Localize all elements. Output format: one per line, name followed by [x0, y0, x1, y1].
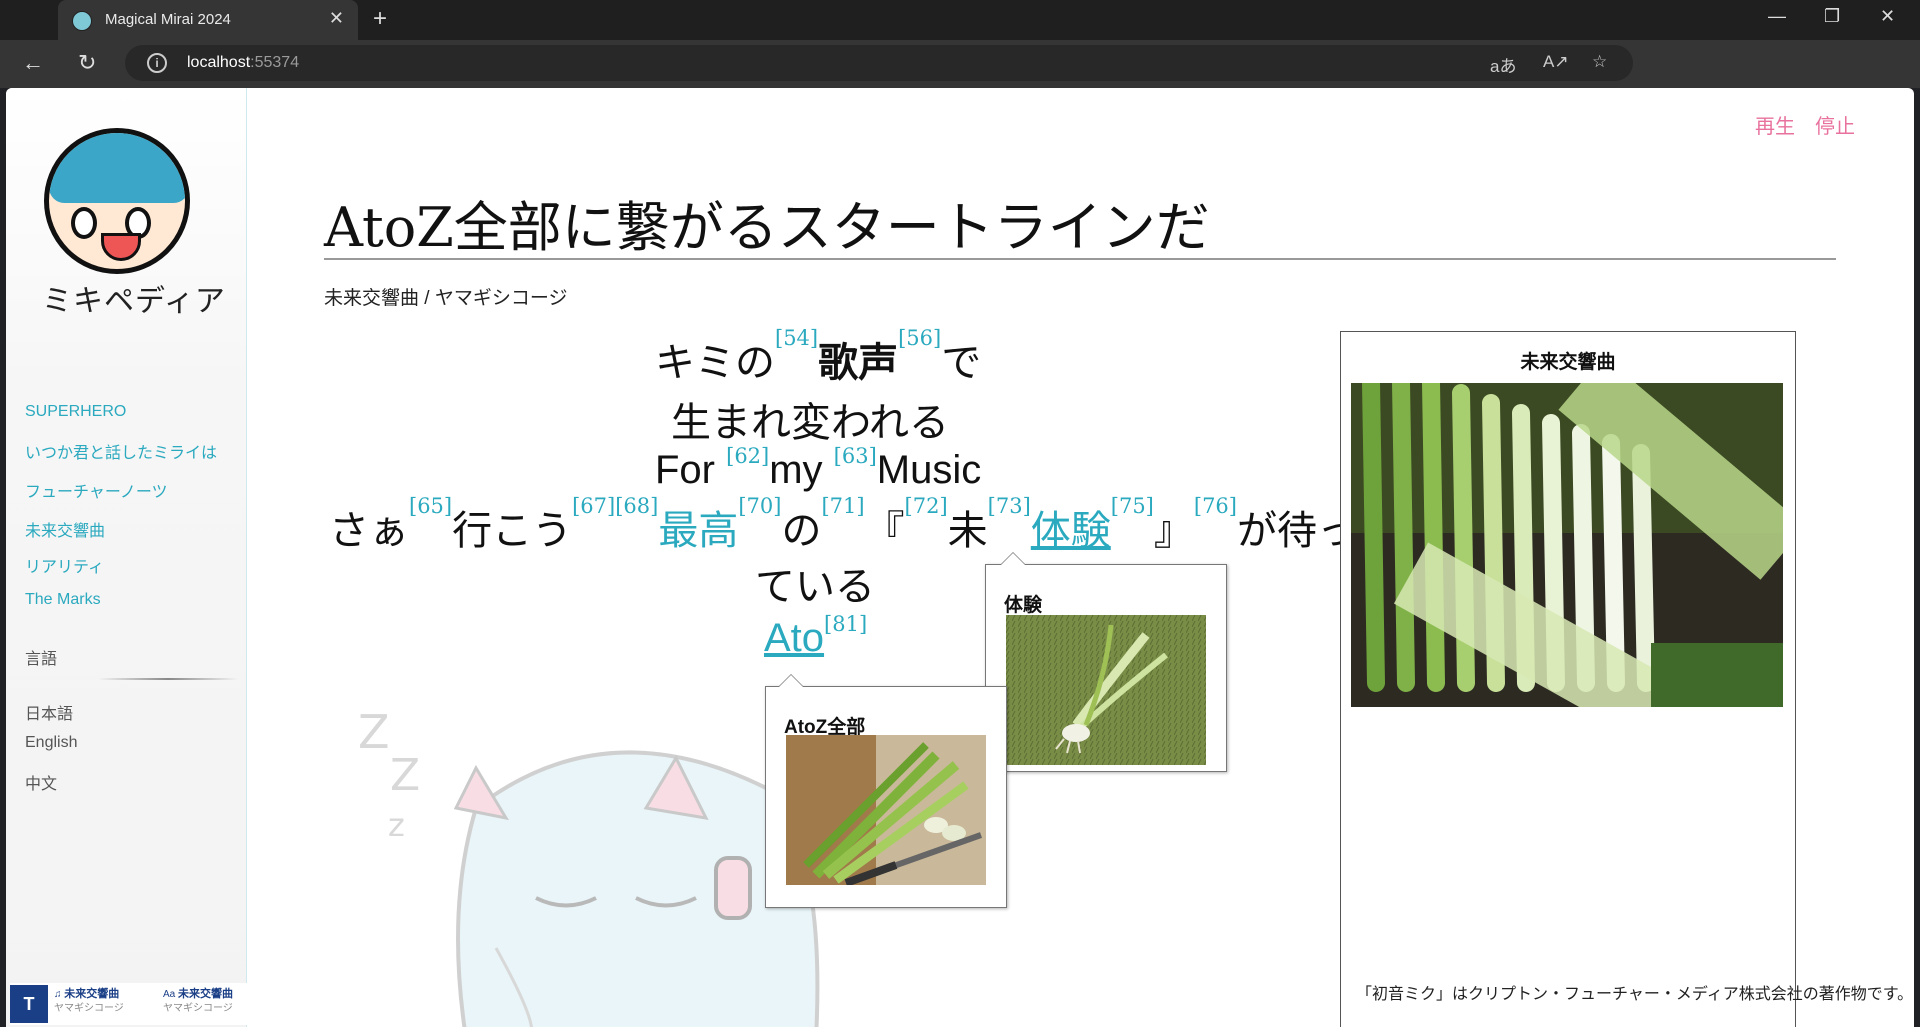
translate-icon[interactable]: aあ — [1490, 52, 1516, 77]
sidebar-song-link[interactable]: The Marks — [25, 591, 101, 609]
minimize-icon[interactable]: — — [1768, 6, 1786, 27]
ref-link[interactable]: [75] — [1111, 494, 1154, 518]
new-tab-icon[interactable]: + — [373, 5, 387, 33]
reload-icon[interactable]: ↻ — [78, 50, 96, 76]
site-logo-text[interactable]: ミキペディア — [42, 276, 226, 320]
sidebar-song-link[interactable]: リアリティ — [25, 553, 104, 577]
ref-link[interactable]: [62] — [726, 444, 769, 468]
ref-link[interactable]: [63] — [834, 444, 877, 468]
lyric-keyword-link[interactable]: 最高 — [658, 509, 738, 553]
miku-logo-icon[interactable] — [44, 128, 190, 274]
lyric-line: さぁ[65]行こう[67][68]最高[70]の[71]『[72]未[73]体験… — [329, 494, 1357, 553]
sidebar-song-link[interactable]: いつか君と話したミライは — [25, 439, 217, 463]
ref-link[interactable]: [76] — [1194, 494, 1237, 518]
browser-nav-bar: ← ↻ i localhost:55374 aあ A↗ ☆ — [0, 40, 1920, 88]
lyric-keyword-link[interactable]: 体験 — [1031, 509, 1111, 553]
lyrics-track-info[interactable]: Aa 未来交響曲 ヤマギシコージ — [163, 987, 233, 1016]
page-title: AtoZ全部に繋がるスタートラインだ — [324, 196, 1210, 259]
lyric-line: For [62]my [63]Music — [655, 444, 982, 492]
ref-link[interactable]: [67][68] — [572, 494, 658, 518]
stop-button[interactable]: 停止 — [1815, 110, 1855, 139]
textalive-logo-icon[interactable]: T — [10, 985, 48, 1023]
info-icon[interactable]: i — [147, 53, 167, 73]
back-icon[interactable]: ← — [22, 50, 44, 76]
play-button[interactable]: 再生 — [1755, 110, 1795, 139]
lyric-line: 生まれ変われる — [671, 401, 949, 445]
lyric-line: Ato[81] — [764, 612, 867, 661]
song-subtitle: 未来交響曲 / ヤマギシコージ — [324, 288, 568, 309]
favorite-star-icon[interactable]: ☆ — [1592, 52, 1607, 72]
svg-text:Z: Z — [390, 750, 420, 801]
lyric-line: ている — [755, 565, 875, 609]
popup-title: 体験 — [1004, 595, 1043, 616]
font-icon: Aa — [163, 989, 176, 1000]
ref-link[interactable]: [71] — [821, 494, 864, 518]
leek-market-photo-image — [1351, 383, 1783, 707]
music-track-info[interactable]: ♫ 未来交響曲 ヤマギシコージ — [54, 987, 124, 1016]
divider — [98, 678, 238, 680]
cut-leek-photo-image — [786, 735, 986, 885]
sidebar-song-link[interactable]: 未来交響曲 — [25, 517, 105, 541]
favicon-icon — [72, 11, 92, 31]
infobox-title: 未来交響曲 — [1520, 352, 1616, 373]
title-divider — [324, 258, 1836, 260]
svg-text:z: z — [388, 806, 405, 844]
close-window-icon[interactable]: ✕ — [1880, 6, 1895, 27]
player-banner[interactable]: T ♫ 未来交響曲 ヤマギシコージ Aa 未来交響曲 ヤマギシコージ — [10, 983, 268, 1025]
language-option[interactable]: 中文 — [25, 770, 57, 794]
sidebar-song-link[interactable]: フューチャーノーツ — [25, 478, 168, 502]
restore-icon[interactable]: ❐ — [1824, 6, 1840, 27]
close-tab-icon[interactable]: ✕ — [329, 8, 344, 29]
ref-link[interactable]: [73] — [988, 494, 1031, 518]
language-option[interactable]: 日本語 — [25, 700, 73, 724]
copyright-notice: 「初音ミク」はクリプトン・フューチャー・メディア株式会社の著作物です。 — [1356, 986, 1914, 1003]
ref-link[interactable]: [65] — [409, 494, 452, 518]
browser-tab[interactable]: Magical Mirai 2024 ✕ — [58, 0, 358, 40]
browser-tab-bar: Magical Mirai 2024 ✕ + — ❐ ✕ — [0, 0, 1920, 40]
ref-link[interactable]: [81] — [824, 612, 867, 636]
language-heading: 言語 — [25, 651, 58, 668]
address-bar[interactable]: i localhost:55374 aあ A↗ ☆ — [125, 45, 1633, 81]
leek-photo-image — [1006, 615, 1206, 765]
lyric-keyword-link[interactable]: Ato — [764, 616, 824, 660]
svg-text:Z: Z — [358, 708, 390, 759]
language-option[interactable]: English — [25, 734, 77, 752]
sidebar: ミキペディア SUPERHERO いつか君と話したミライは フューチャーノーツ … — [6, 88, 247, 1027]
lyric-line: キミの[54]歌声[56]で — [655, 326, 982, 385]
tab-title: Magical Mirai 2024 — [105, 11, 231, 28]
url-text: localhost:55374 — [187, 54, 300, 71]
ref-link[interactable]: [56] — [898, 326, 941, 350]
song-infobox: 未来交響曲 — [1340, 331, 1796, 1027]
ref-link[interactable]: [70] — [738, 494, 781, 518]
sidebar-song-link[interactable]: SUPERHERO — [25, 403, 126, 421]
read-aloud-icon[interactable]: A↗ — [1543, 52, 1569, 72]
ref-link[interactable]: [54] — [775, 326, 818, 350]
page-viewport: ミキペディア SUPERHERO いつか君と話したミライは フューチャーノーツ … — [6, 88, 1914, 1027]
ref-link[interactable]: [72] — [905, 494, 948, 518]
music-note-icon: ♫ — [54, 989, 62, 1000]
keyword-preview-popup: 体験 — [985, 552, 1227, 772]
keyword-preview-popup: AtoZ全部 — [765, 674, 1007, 908]
